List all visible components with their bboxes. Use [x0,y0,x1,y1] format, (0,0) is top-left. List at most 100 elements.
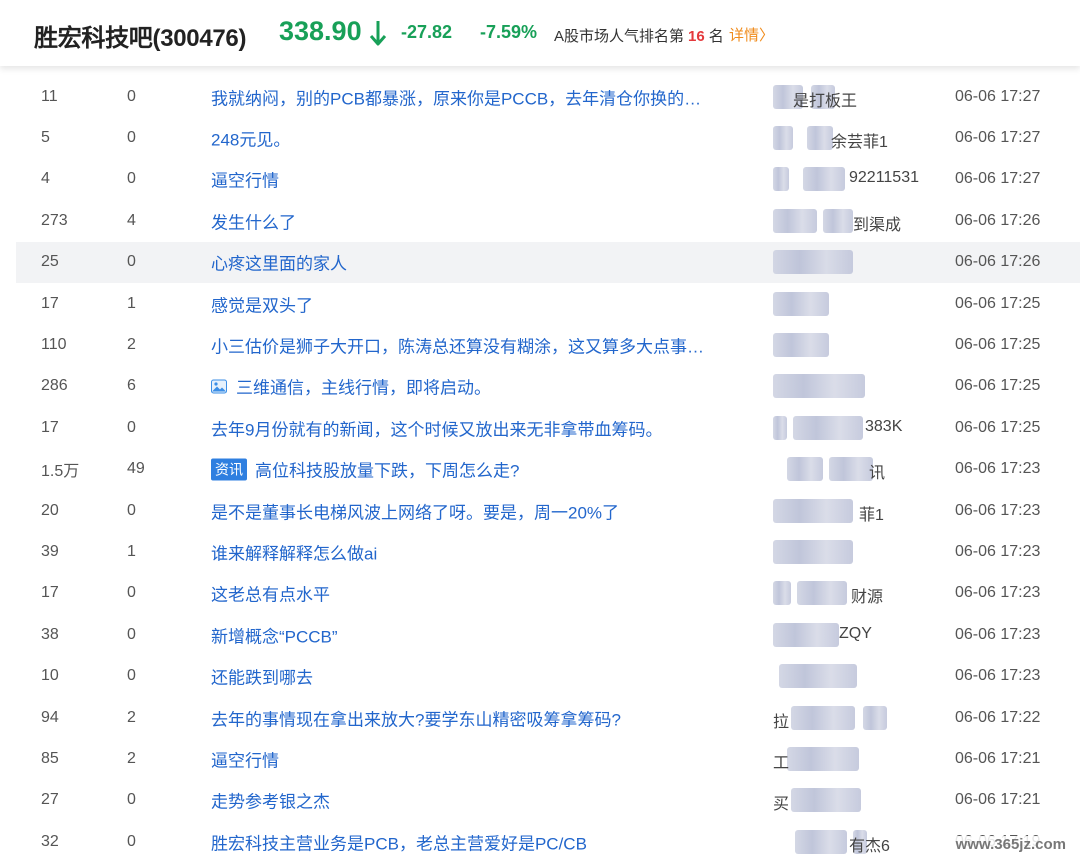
post-title-link[interactable]: 248元见。 [211,126,290,151]
author-name[interactable]: 买 [773,788,923,813]
author-name-text: 是打板王 [793,92,858,110]
post-row[interactable]: 273 4 发生什么了 到渠成 06-06 17:26 [16,200,1080,241]
author-name[interactable]: 财源 [773,581,923,606]
post-title-link[interactable]: 我就纳闷，别的PCB都暴涨，原来你是PCCB，去年清仓你换的… [211,84,701,109]
post-title-link[interactable]: 走势参考银之杰 [211,788,330,813]
post-row[interactable]: 17 0 去年9月份就有的新闻，这个时候又放出来无非拿带血筹码。 383K 06-06 … [16,407,1080,448]
post-title-link[interactable]: 谁来解释解释怎么做ai [211,539,377,564]
post-title-link[interactable]: 这老总有点水平 [211,581,330,606]
author-name[interactable] [773,333,923,358]
blurred-author-mask [773,250,853,275]
post-title-text: 是不是董事长电梯风波上网络了呀。要是，周一20%了 [211,503,620,523]
author-name[interactable]: 菲1 [773,498,923,524]
read-count: 273 [41,211,68,229]
author-name[interactable] [773,250,923,275]
post-row[interactable]: 110 2 小三估价是狮子大开口，陈涛总还算没有糊涂，这又算多大点事… 06-06 1… [16,324,1080,365]
post-row[interactable]: 4 0 逼空行情 92211531 06-06 17:27 [16,159,1080,200]
post-title-link[interactable]: 还能跌到哪去 [211,664,313,689]
author-name[interactable]: 是打板王 [773,84,923,110]
author-name[interactable]: 余芸菲1 [773,126,923,151]
post-time: 06-06 17:25 [955,418,1041,436]
post-time: 06-06 17:23 [955,667,1041,685]
read-count: 39 [41,542,59,560]
blurred-author-mask [773,415,787,440]
post-time: 06-06 17:23 [955,542,1041,560]
post-row[interactable]: 17 0 这老总有点水平 财源 06-06 17:23 [16,573,1080,614]
author-name[interactable] [773,374,923,399]
author-name-text: ZQY [839,624,872,642]
post-title-text: 小三估价是狮子大开口，陈涛总还算没有糊涂，这又算多大点事… [211,337,704,357]
blurred-author-mask [787,457,823,482]
reply-count: 2 [127,336,136,354]
post-row[interactable]: 286 6 三维通信，主线行情，即将启动。 06-06 17:25 [16,366,1080,407]
author-name[interactable] [773,291,923,316]
post-row[interactable]: 1.5万 49 资讯 高位科技股放量下跌，下周怎么走? 讯 06-06 17:23 [16,449,1080,490]
reply-count: 4 [127,211,136,229]
price-change: -27.82 [401,22,453,42]
author-name[interactable]: 有杰6 [773,829,923,855]
detail-label: 详情 [729,27,760,44]
blurred-author-mask [829,457,873,482]
post-title-link[interactable]: 逼空行情 [211,746,279,771]
post-row[interactable]: 10 0 还能跌到哪去 06-06 17:23 [16,655,1080,696]
read-count: 38 [41,625,59,643]
author-name[interactable]: 到渠成 [773,208,923,234]
post-row[interactable]: 39 1 谁来解释解释怎么做ai 06-06 17:23 [16,531,1080,572]
blurred-author-mask [791,788,861,813]
post-title-link[interactable]: 心疼这里面的家人 [211,250,347,275]
forum-title[interactable]: 胜宏科技吧(300476) [34,18,246,53]
post-row[interactable]: 17 1 感觉是双头了 06-06 17:25 [16,283,1080,324]
detail-link[interactable]: 详情〉 [729,24,774,45]
blurred-author-mask [773,374,865,399]
read-count: 17 [41,418,59,436]
read-count: 27 [41,791,59,809]
author-name[interactable]: 拉 [773,705,923,731]
author-name[interactable] [773,539,923,564]
post-row[interactable]: 5 0 248元见。 余芸菲1 06-06 17:27 [16,117,1080,158]
post-title-link[interactable]: 新增概念“PCCB” [211,622,338,647]
post-row[interactable]: 85 2 逼空行情 工 06-06 17:21 [16,738,1080,779]
read-count: 94 [41,708,59,726]
read-count: 1.5万 [41,463,80,481]
blurred-author-mask [863,705,887,730]
post-title-link[interactable]: 三维通信，主线行情，即将启动。 [211,374,491,399]
author-name-text: 工 [773,754,790,772]
author-name[interactable]: 383K [773,415,923,440]
author-name[interactable] [773,664,923,689]
author-name[interactable]: 讯 [773,457,923,482]
popularity-rank: A股市场人气排名第 16 名 [554,25,724,46]
post-title-link[interactable]: 去年的事情现在拿出来放大?要学东山精密吸筹拿筹码? [211,705,621,730]
post-time: 06-06 17:26 [955,211,1041,229]
author-name[interactable]: ZQY [773,622,923,647]
post-title-link[interactable]: 发生什么了 [211,208,296,233]
post-title-link[interactable]: 胜宏科技主营业务是PCB，老总主营爱好是PC/CB [211,829,587,854]
stock-header: 胜宏科技吧(300476) 338.90 -27.82 -7.59% A股市场人… [0,0,1080,66]
reply-count: 0 [127,87,136,105]
reply-count: 0 [127,501,136,519]
post-row[interactable]: 20 0 是不是董事长电梯风波上网络了呀。要是，周一20%了 菲1 06-06 17:2… [16,490,1080,531]
post-title-link[interactable]: 去年9月份就有的新闻，这个时候又放出来无非拿带血筹码。 [211,415,662,440]
image-icon [211,379,227,394]
read-count: 286 [41,377,68,395]
blurred-author-mask [773,126,793,151]
author-name[interactable]: 92211531 [773,167,923,192]
post-row[interactable]: 38 0 新增概念“PCCB” ZQY 06-06 17:23 [16,614,1080,655]
post-row[interactable]: 25 0 心疼这里面的家人 06-06 17:26 [16,241,1080,283]
blurred-author-mask [773,581,791,606]
blurred-author-mask [807,126,833,151]
blurred-author-mask [797,581,847,606]
read-count: 85 [41,749,59,767]
post-title-link[interactable]: 是不是董事长电梯风波上网络了呀。要是，周一20%了 [211,498,619,523]
author-name[interactable]: 工 [773,746,923,772]
post-title-link[interactable]: 小三估价是狮子大开口，陈涛总还算没有糊涂，这又算多大点事… [211,333,704,358]
post-row[interactable]: 94 2 去年的事情现在拿出来放大?要学东山精密吸筹拿筹码? 拉 06-06 17:22 [16,697,1080,738]
post-title-text: 逼空行情 [211,171,279,191]
post-title-link[interactable]: 逼空行情 [211,167,279,192]
post-row[interactable]: 27 0 走势参考银之杰 买 06-06 17:21 [16,780,1080,821]
post-title-link[interactable]: 感觉是双头了 [211,291,313,316]
post-row[interactable]: 320胜宏科技主营业务是PCB，老总主营爱好是PC/CB有杰606-06 17:… [16,821,1080,862]
post-title-link[interactable]: 资讯 高位科技股放量下跌，下周怎么走? [211,457,519,482]
reply-count: 1 [127,542,136,560]
post-row[interactable]: 11 0 我就纳闷，别的PCB都暴涨，原来你是PCCB，去年清仓你换的… 是打板王 06… [16,76,1080,117]
blurred-author-mask [803,167,845,192]
